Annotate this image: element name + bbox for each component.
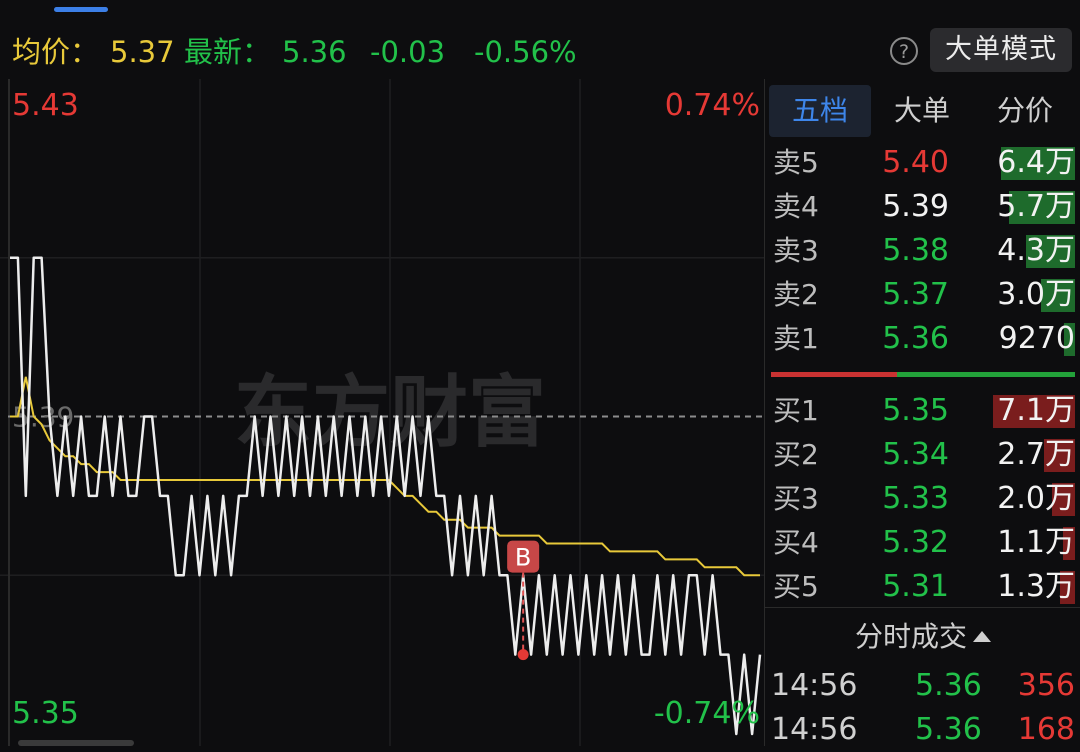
ask-level-label: 卖2 [773,278,819,311]
big-order-mode-button[interactable]: 大单模式 [930,28,1072,72]
ask-row[interactable]: 卖3 5.38 4.3万 [765,229,1080,273]
latest-price-label: 最新： [184,35,272,69]
ask-row[interactable]: 卖5 5.40 6.4万 [765,141,1080,185]
price-low-label: 5.35 [12,696,79,731]
bid-volume: 1.3万 [997,569,1075,604]
ask-row[interactable]: 卖1 5.36 9270 [765,317,1080,361]
buy-marker-dot [517,649,529,661]
pct-low-label: -0.74% [654,696,760,731]
quote-header: 均价： 5.37 最新： 5.36 -0.03 -0.56% [0,22,1080,78]
ask-price: 5.36 [882,321,949,356]
change-value: -0.03 [370,35,446,69]
help-icon[interactable]: ? [890,37,918,65]
time-sales-title: 分时成交 [854,620,967,653]
caret-up-icon [973,631,991,642]
trade-volume: 356 [1017,668,1075,703]
bid-row[interactable]: 买3 5.33 2.0万 [765,477,1080,521]
trade-time: 14:56 [771,712,858,747]
ask-level-label: 卖4 [773,190,819,223]
ask-row[interactable]: 卖2 5.37 3.0万 [765,273,1080,317]
bid-price: 5.33 [882,481,949,516]
scroll-handle[interactable] [18,740,134,746]
avg-price-value: 5.37 [110,35,175,69]
bid-price: 5.32 [882,525,949,560]
ask-price: 5.40 [882,145,949,180]
price-high-label: 5.43 [12,88,79,123]
tab-big-orders[interactable]: 大单 [871,85,973,137]
ask-volume: 9270 [998,321,1075,356]
ask-level-label: 卖1 [773,322,819,355]
trade-row: 14:56 5.36 168 [765,708,1080,752]
top-tab-strip [0,0,1080,23]
bid-price: 5.35 [882,393,949,428]
spread-divider-green [897,372,1075,377]
order-book-panel: 五档 大单 分价 卖5 5.40 6.4万 卖4 5.39 5.7万 卖3 5.38 4.3万卖… [764,79,1080,747]
bid-volume: 1.1万 [997,525,1075,560]
time-sales-header[interactable]: 分时成交 [765,617,1080,657]
trade-row: 14:56 5.36 356 [765,664,1080,708]
bid-volume: 2.0万 [997,481,1075,516]
change-percent: -0.56% [474,35,577,69]
ask-level-label: 卖5 [773,146,819,179]
trade-price: 5.36 [915,668,982,703]
tab-price-distribution[interactable]: 分价 [973,85,1077,137]
chart-svg: 东方财富 5.39 B 5.43 0.74% 5.35 -0.74% [0,79,764,746]
bid-row[interactable]: 买2 5.34 2.7万 [765,433,1080,477]
trade-price: 5.36 [915,712,982,747]
bid-level-label: 买1 [773,394,819,427]
trade-time: 14:56 [771,668,858,703]
tab-five-levels[interactable]: 五档 [769,85,871,137]
spread-divider-red [771,372,897,377]
avg-price-label: 均价： [12,35,100,69]
price-line [10,256,762,736]
bid-level-label: 买3 [773,482,819,515]
bid-volume: 7.1万 [997,393,1075,428]
ask-volume: 5.7万 [997,189,1075,224]
bid-row[interactable]: 买1 5.35 7.1万 [765,389,1080,433]
buy-marker-label: B [515,544,531,572]
ask-price: 5.39 [882,189,949,224]
ask-row[interactable]: 卖4 5.39 5.7万 [765,185,1080,229]
bid-level-label: 买2 [773,438,819,471]
bid-level-label: 买5 [773,570,819,603]
bid-volume: 2.7万 [997,437,1075,472]
ask-volume: 3.0万 [997,277,1075,312]
ask-volume: 4.3万 [997,233,1075,268]
tab-indicator [54,7,108,12]
bid-row[interactable]: 买4 5.32 1.1万 [765,521,1080,565]
bid-price: 5.34 [882,437,949,472]
latest-price-value: 5.36 [282,35,347,69]
bid-level-label: 买4 [773,526,819,559]
watermark-text: 东方财富 [234,368,546,458]
trade-volume: 168 [1017,712,1075,747]
bid-row[interactable]: 买5 5.31 1.3万 [765,565,1080,609]
intraday-chart[interactable]: 东方财富 5.39 B 5.43 0.74% 5.35 -0.74% [0,79,764,746]
bid-price: 5.31 [882,569,949,604]
ask-level-label: 卖3 [773,234,819,267]
ask-price: 5.38 [882,233,949,268]
ask-price: 5.37 [882,277,949,312]
ask-volume: 6.4万 [997,145,1075,180]
pct-high-label: 0.74% [665,88,760,123]
